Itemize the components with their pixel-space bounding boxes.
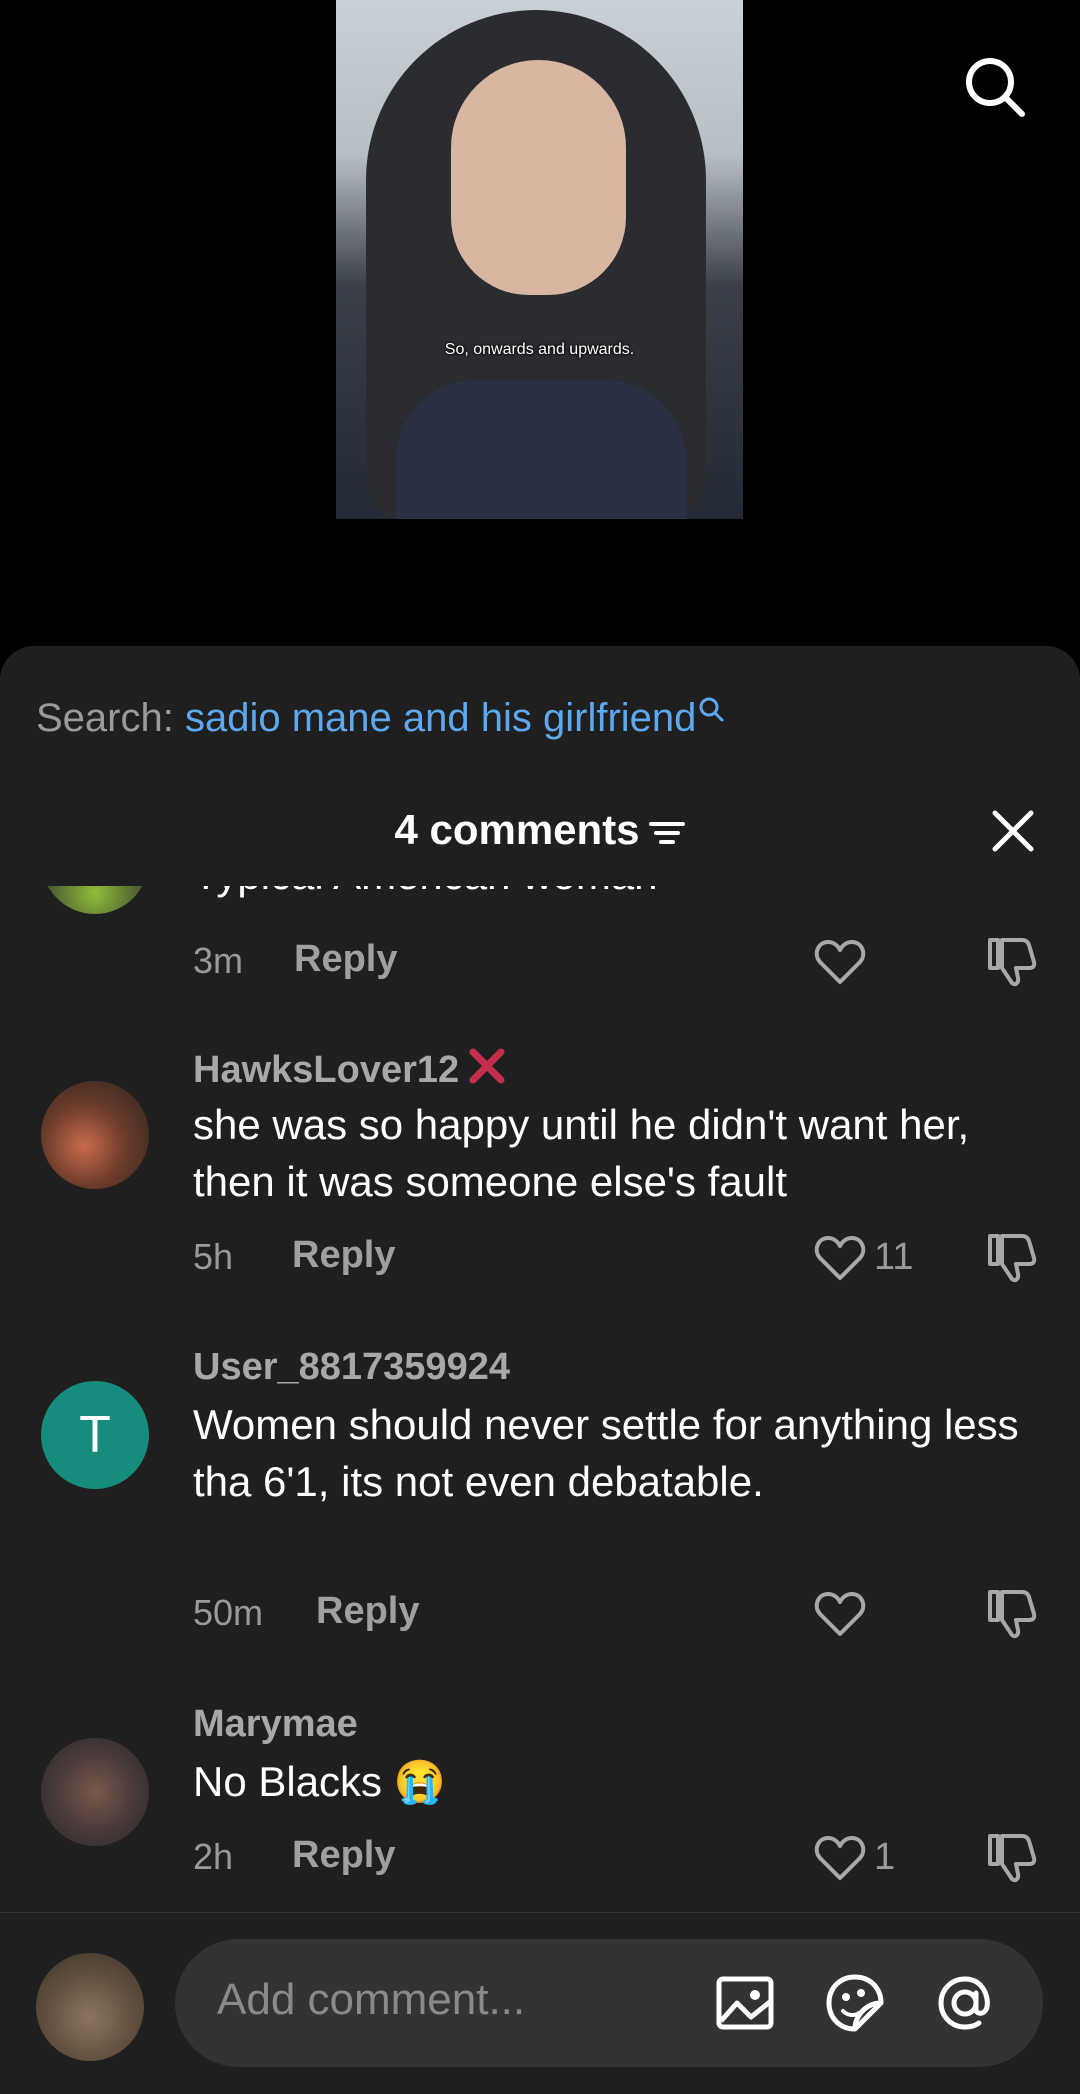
image-icon[interactable]	[713, 1971, 777, 2035]
x-badge-icon	[469, 1048, 505, 1084]
heart-icon[interactable]	[814, 1834, 866, 1882]
comment-time: 5h	[193, 1236, 234, 1277]
my-avatar[interactable]	[36, 1953, 144, 2061]
comment-item: T User_8817359924 Women should never set…	[0, 1346, 1080, 1686]
comment-username[interactable]: HawksLover12	[193, 1046, 507, 1092]
video-subject-shirt	[396, 380, 686, 519]
search-term-link[interactable]: sadio mane and his girlfriend	[185, 696, 696, 740]
mention-icon[interactable]	[933, 1971, 997, 2035]
comments-header: 4 comments	[0, 796, 1080, 866]
comments-sheet: Search: sadio mane and his girlfriend 4 …	[0, 646, 1080, 2093]
username-text: HawksLover12	[193, 1049, 460, 1091]
comment-username[interactable]: Marymae	[193, 1703, 358, 1746]
video-subject-face	[451, 60, 626, 295]
heart-icon[interactable]	[814, 1234, 866, 1282]
reply-button[interactable]: Reply	[316, 1590, 419, 1633]
comment-text: Women should never settle for anything l…	[193, 1401, 1019, 1505]
comment-time: 3m	[193, 940, 244, 981]
search-icon[interactable]	[960, 52, 1030, 122]
like-count: 1	[874, 1836, 896, 1878]
sort-filter-icon[interactable]	[648, 818, 686, 848]
reply-button[interactable]: Reply	[294, 938, 397, 981]
comment-item: Typical American woman 3m Reply	[0, 886, 1080, 1046]
search-prefix: Search:	[36, 696, 174, 740]
reply-button[interactable]: Reply	[292, 1834, 395, 1877]
comment-list[interactable]: Typical American woman 3m Reply HawksLov…	[0, 886, 1080, 1896]
comment-username[interactable]: User_8817359924	[193, 1346, 510, 1389]
reply-button[interactable]: Reply	[292, 1234, 395, 1277]
comments-title: 4 comments	[0, 806, 1080, 854]
avatar[interactable]: T	[41, 1381, 149, 1489]
avatar[interactable]	[41, 1738, 149, 1846]
heart-icon[interactable]	[814, 938, 866, 986]
dislike-icon[interactable]	[986, 1832, 1038, 1884]
comment-composer: Add comment...	[0, 1912, 1080, 2094]
heart-icon[interactable]	[814, 1590, 866, 1638]
comment-count-label: 4 comments	[394, 806, 640, 853]
avatar-letter: T	[79, 1406, 111, 1464]
video-thumbnail[interactable]: So, onwards and upwards.	[336, 0, 743, 519]
search-mini-icon	[699, 697, 724, 722]
comment-placeholder: Add comment...	[217, 1975, 526, 2024]
search-suggestion[interactable]: Search: sadio mane and his girlfriend	[36, 696, 724, 741]
video-player[interactable]: So, onwards and upwards.	[0, 0, 1080, 660]
avatar[interactable]	[41, 1081, 149, 1189]
comment-time: 50m	[193, 1592, 264, 1633]
like-count: 11	[874, 1236, 914, 1278]
add-comment-input[interactable]: Add comment...	[175, 1939, 1043, 2067]
close-icon[interactable]	[990, 808, 1036, 854]
dislike-icon[interactable]	[986, 1232, 1038, 1284]
comment-item: HawksLover12 she was so happy until he d…	[0, 1046, 1080, 1346]
comment-item: Marymae No Blacks 😭 2h Reply 1	[0, 1703, 1080, 1896]
dislike-icon[interactable]	[986, 1588, 1038, 1640]
comment-time: 2h	[193, 1836, 234, 1877]
comment-text: she was so happy until he didn't want he…	[193, 1101, 970, 1205]
avatar[interactable]	[41, 886, 149, 914]
sticker-icon[interactable]	[823, 1971, 887, 2035]
video-caption: So, onwards and upwards.	[444, 341, 635, 358]
dislike-icon[interactable]	[986, 936, 1038, 988]
comment-text: No Blacks 😭	[193, 1758, 447, 1805]
comment-text: Typical American woman	[193, 886, 1033, 903]
